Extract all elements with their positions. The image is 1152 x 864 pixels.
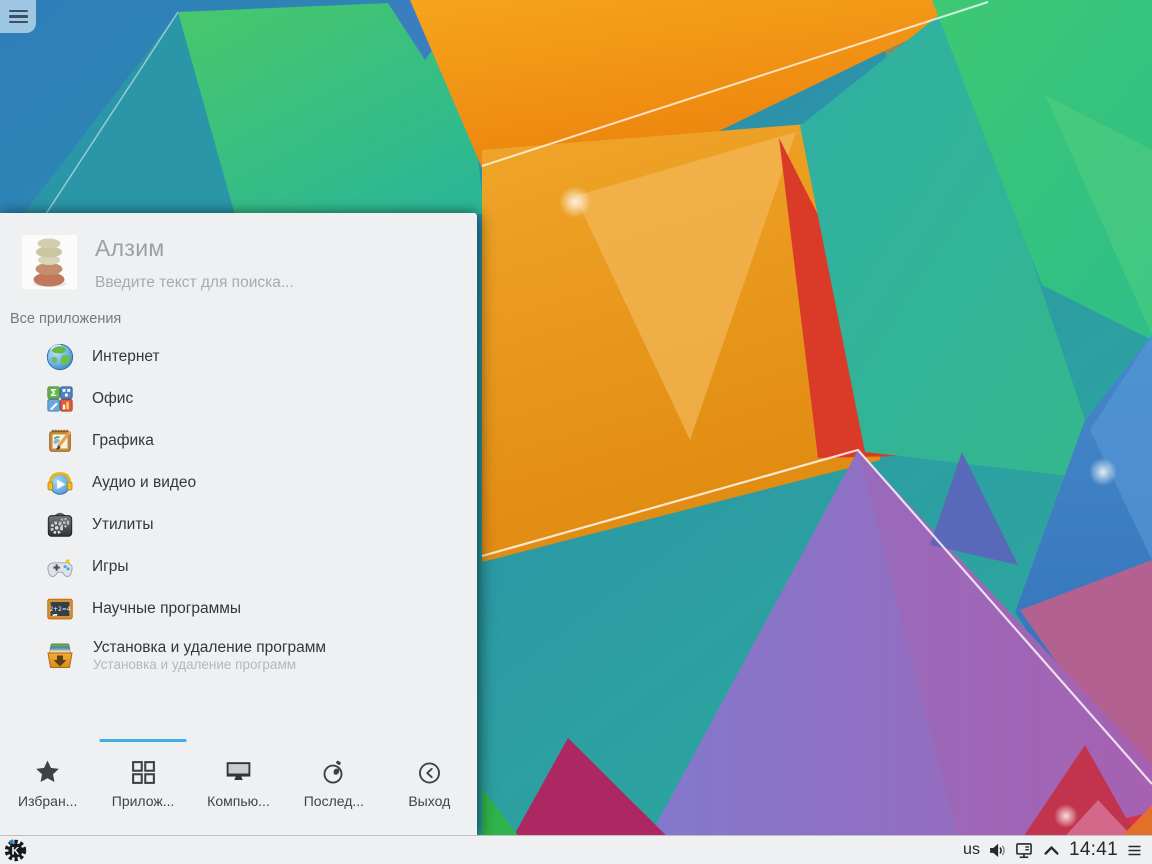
utilities-icon [45, 510, 75, 540]
category-label: Интернет [92, 348, 160, 365]
category-item-office[interactable]: Σ Офис [0, 378, 477, 420]
apps-grid-icon [130, 759, 157, 786]
category-label: Игры [92, 558, 129, 575]
tab-label: Компью... [207, 793, 270, 809]
category-item-graphics[interactable]: Графика [0, 420, 477, 462]
history-icon [320, 759, 347, 786]
volume-icon[interactable] [988, 841, 1007, 860]
category-label: Аудио и видео [92, 474, 197, 491]
tab-applications[interactable]: Прилож... [95, 738, 190, 835]
category-label: Научные программы [92, 600, 242, 617]
hamburger-icon [8, 9, 28, 13]
desktop-toolbox-button[interactable] [0, 0, 36, 33]
svg-text:2+2=4: 2+2=4 [50, 607, 71, 613]
tab-label: Избран... [18, 793, 78, 809]
category-label: Утилиты [92, 516, 154, 533]
kde-menu-button[interactable]: K [3, 838, 27, 862]
computer-icon [225, 759, 252, 786]
display-icon[interactable] [1015, 841, 1034, 860]
application-category-list: Интернет Σ Офис Графика Аудио и видео Ут… [0, 336, 477, 682]
category-item-science[interactable]: 2+2=4 Научные программы [0, 588, 477, 630]
tab-favorites[interactable]: Избран... [0, 738, 95, 835]
office-icon: Σ [45, 384, 75, 414]
tab-label: Выход [408, 793, 451, 809]
user-avatar[interactable] [22, 235, 77, 289]
taskbar: K us 14:41 [0, 835, 1152, 864]
category-item-internet[interactable]: Интернет [0, 336, 477, 378]
clock[interactable]: 14:41 [1069, 839, 1118, 861]
launcher-tab-bar: Избран... Прилож... Компью... Послед... … [0, 738, 477, 835]
svg-text:Σ: Σ [50, 388, 57, 399]
panel-menu-icon[interactable] [1126, 842, 1143, 859]
kde-logo-icon: K [4, 838, 26, 861]
leave-icon [416, 759, 443, 786]
tab-label: Послед... [303, 793, 365, 809]
tab-history[interactable]: Послед... [286, 738, 381, 835]
multimedia-icon [45, 468, 75, 498]
category-item-software-install[interactable]: Установка и удаление программ Установка … [0, 630, 477, 682]
globe-icon [45, 342, 75, 372]
breadcrumb-all-applications[interactable]: Все приложения [10, 311, 121, 327]
svg-text:K: K [11, 845, 19, 857]
tab-label: Прилож... [111, 793, 175, 809]
category-sublabel: Установка и удаление программ [93, 656, 297, 672]
desktop: Алзим Введите текст для поиска... Все пр… [0, 0, 1152, 864]
category-item-games[interactable]: Игры [0, 546, 477, 588]
keyboard-layout-indicator[interactable]: us [963, 841, 980, 859]
software-install-icon [44, 640, 76, 672]
user-name: Алзим [95, 235, 165, 261]
category-item-multimedia[interactable]: Аудио и видео [0, 462, 477, 504]
application-launcher: Алзим Введите текст для поиска... Все пр… [0, 213, 477, 835]
tab-leave[interactable]: Выход [382, 738, 477, 835]
stones-avatar-image [22, 235, 77, 289]
expand-tray-icon[interactable] [1042, 841, 1061, 860]
tab-computer[interactable]: Компью... [191, 738, 286, 835]
category-label: Графика [92, 432, 154, 449]
category-label: Офис [92, 390, 134, 407]
search-input[interactable]: Введите текст для поиска... [95, 274, 425, 292]
gamepad-icon [45, 552, 75, 582]
category-item-utilities[interactable]: Утилиты [0, 504, 477, 546]
graphics-icon [45, 426, 75, 456]
star-icon [34, 759, 61, 786]
system-tray: us 14:41 [963, 839, 1152, 861]
science-icon: 2+2=4 [45, 594, 75, 624]
category-label: Установка и удаление программ [93, 639, 327, 656]
